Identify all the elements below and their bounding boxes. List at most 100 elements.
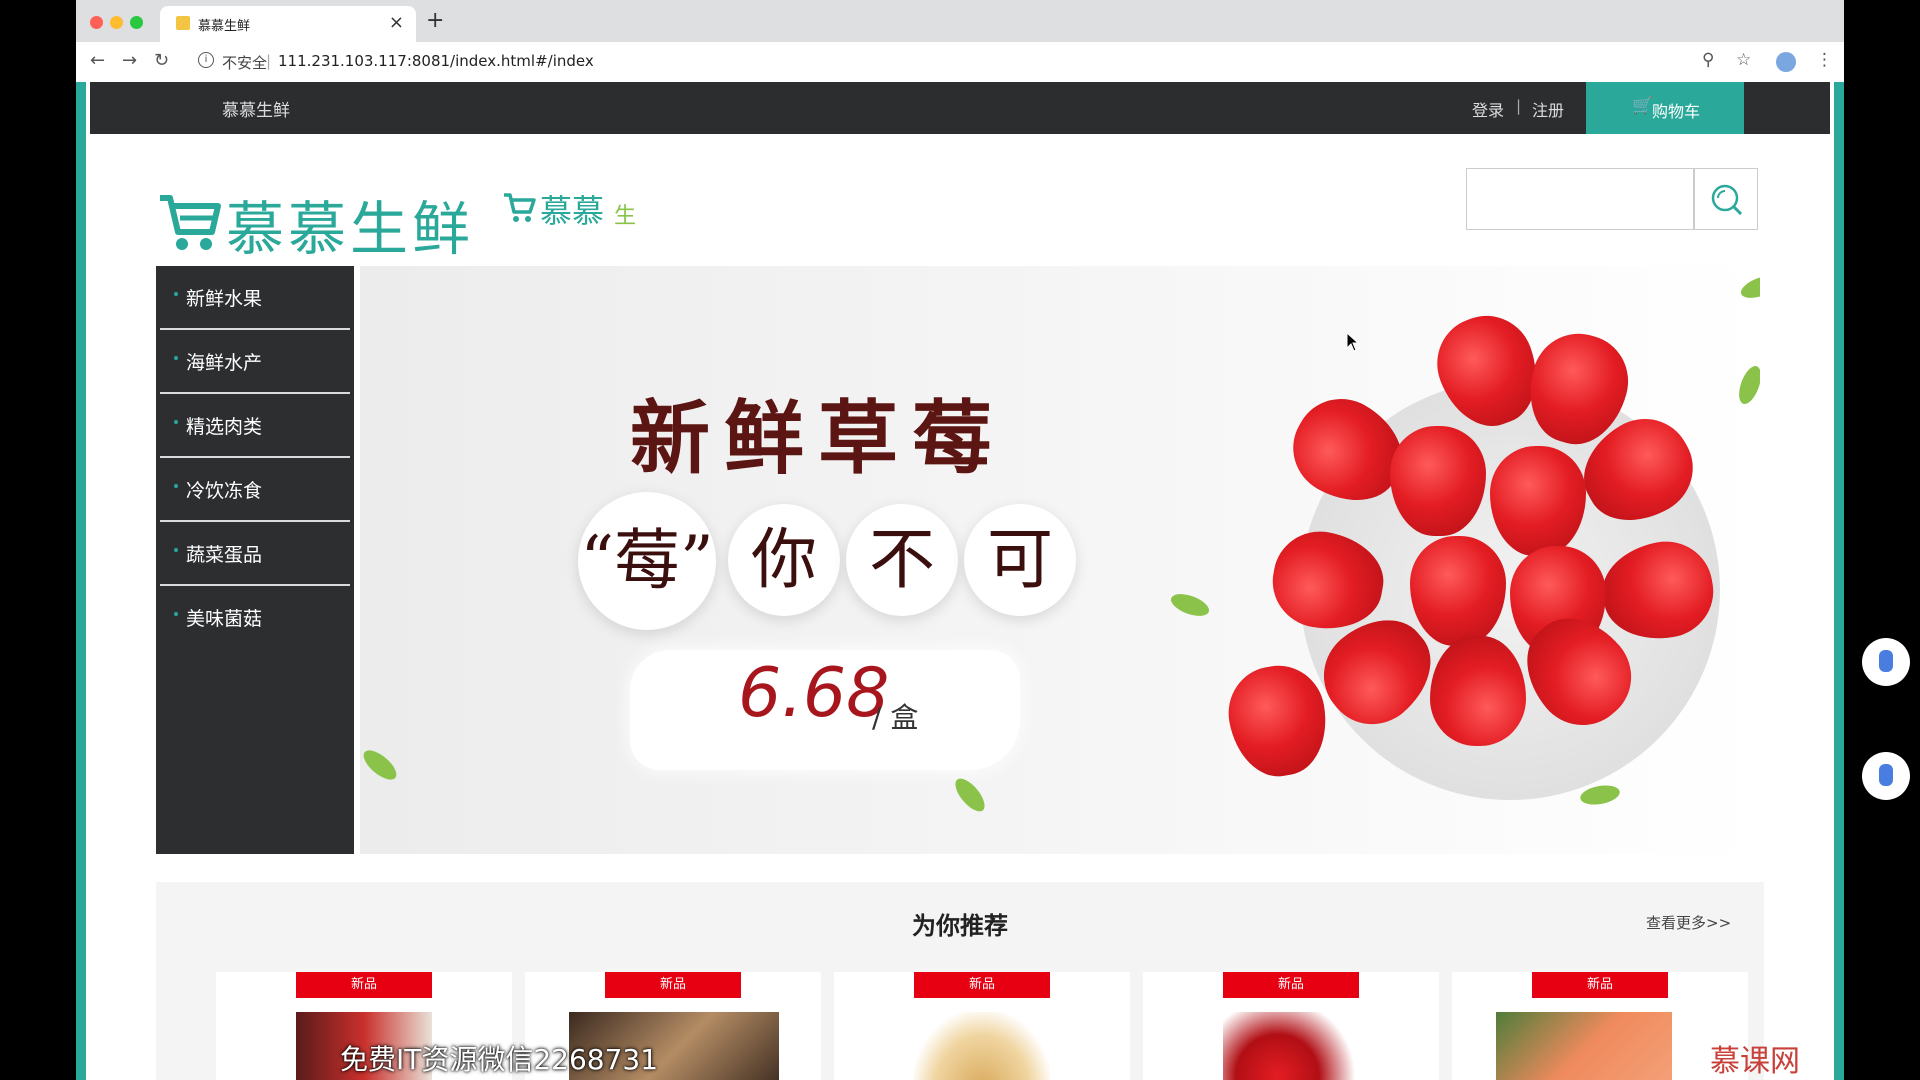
product-card[interactable]: 新品 [834, 972, 1130, 1080]
bullet-icon [174, 420, 178, 424]
strawberry-image [1390, 426, 1486, 536]
slogan-circle: 你 [728, 504, 840, 616]
cart-label: 购物车 [1652, 102, 1701, 121]
strawberry-image [1410, 536, 1506, 646]
bullet-icon [174, 356, 178, 360]
leaf-image [1168, 589, 1212, 621]
slogan-char: “莓” [580, 522, 714, 599]
sidebar-item-label: 冷饮冻食 [186, 480, 263, 502]
new-badge: 新品 [1532, 972, 1668, 998]
product-card[interactable]: 新品 [1452, 972, 1748, 1080]
bookmark-star-icon[interactable]: ☆ [1736, 50, 1751, 70]
search-icon [1711, 184, 1743, 216]
site-logo[interactable]: 慕慕生鲜 [156, 182, 496, 263]
reload-icon[interactable]: ↻ [154, 50, 169, 71]
slogan-char: 可 [987, 521, 1053, 598]
leaf-image [950, 773, 990, 817]
close-tab-icon[interactable]: × [389, 12, 404, 33]
product-image [1496, 1012, 1672, 1080]
category-sidebar: 新鲜水果 海鲜水产 精选肉类 冷饮冻食 蔬菜蛋品 美味菌菇 [156, 266, 354, 854]
login-register-separator: | [1516, 97, 1522, 115]
floating-action-button[interactable] [1862, 752, 1910, 800]
floating-action-button[interactable] [1862, 638, 1910, 686]
slogan-circle: 可 [964, 504, 1076, 616]
forward-arrow-icon[interactable]: → [122, 50, 137, 71]
new-badge: 新品 [914, 972, 1050, 998]
browser-tab[interactable]: 慕慕生鲜 × [160, 6, 416, 42]
shopping-cart-small-icon [504, 193, 536, 222]
back-arrow-icon[interactable]: ← [90, 50, 105, 71]
strawberry-image [1430, 636, 1526, 746]
product-image [1223, 1012, 1359, 1080]
sidebar-item-label: 蔬菜蛋品 [186, 544, 263, 566]
sidebar-item-label: 新鲜水果 [186, 288, 263, 310]
top-brand-name[interactable]: 慕慕生鲜 [222, 96, 290, 121]
banner-unit: / 盒 [872, 701, 919, 734]
minimize-window-button[interactable] [110, 16, 123, 29]
mouse-cursor-icon [1346, 332, 1360, 352]
login-link[interactable]: 登录 [1472, 97, 1504, 121]
sidebar-item-label: 精选肉类 [186, 416, 263, 438]
url-text[interactable]: 111.231.103.117:8081/index.html#/index [278, 52, 594, 70]
view-more-link[interactable]: 查看更多>> [1646, 912, 1731, 933]
slogan-circle: “莓” [578, 492, 716, 630]
shopping-cart-logo-icon [160, 195, 221, 250]
strawberry-image [1490, 446, 1586, 556]
mouse-icon [1879, 764, 1893, 786]
slogan-char: 你 [751, 521, 817, 598]
product-card[interactable]: 新品 [1143, 972, 1439, 1080]
left-accent-border [76, 82, 86, 1080]
cart-button[interactable]: 🛒 购物车 [1586, 82, 1744, 134]
info-icon[interactable]: i [198, 52, 214, 68]
lock-favicon-icon [176, 16, 190, 30]
bullet-icon [174, 612, 178, 616]
security-label: 不安全 [222, 54, 268, 72]
sidebar-item-label: 海鲜水产 [186, 352, 263, 374]
slogan-char: 不 [869, 521, 935, 598]
menu-kebab-icon[interactable]: ⋮ [1816, 50, 1833, 70]
bullet-icon [174, 548, 178, 552]
bullet-icon [174, 292, 178, 296]
omnibox-separator: | [266, 52, 272, 70]
leaf-image [1578, 782, 1622, 808]
maximize-window-button[interactable] [130, 16, 143, 29]
sidebar-item-meat[interactable]: 精选肉类 [160, 394, 350, 458]
omnibox[interactable]: i 不安全 | 111.231.103.117:8081/index.html#… [184, 48, 1770, 76]
browser-window: 慕慕生鲜 × + ← → ↻ i 不安全 | 111.231.103.117:8… [76, 0, 1844, 1080]
sidebar-item-fresh-fruit[interactable]: 新鲜水果 [160, 266, 350, 330]
sidebar-item-vegetables-eggs[interactable]: 蔬菜蛋品 [160, 522, 350, 586]
leaf-image [1734, 363, 1760, 407]
hero-banner[interactable]: 新鲜草莓 “莓” 你 不 可 6.68 / 盒 [360, 266, 1760, 854]
video-watermark: 免费IT资源微信2268731 [340, 1043, 659, 1076]
sidebar-item-label: 美味菌菇 [186, 608, 263, 630]
secondary-logo: 慕慕 生 [502, 180, 662, 240]
site-page: 慕慕生鲜 登录 | 注册 🛒 购物车 慕慕生鲜 慕慕 生 新鲜水果 海鲜水产 精… [76, 82, 1844, 1080]
tab-bar: 慕慕生鲜 × + [76, 0, 1844, 42]
search-button[interactable] [1694, 168, 1758, 230]
zoom-icon[interactable]: ⚲ [1702, 50, 1714, 70]
address-bar: ← → ↻ i 不安全 | 111.231.103.117:8081/index… [76, 42, 1844, 83]
new-badge: 新品 [296, 972, 432, 998]
cart-icon: 🛒 [1632, 96, 1654, 116]
sidebar-item-mushrooms[interactable]: 美味菌菇 [160, 586, 350, 648]
banner-title: 新鲜草莓 [630, 391, 1006, 485]
new-badge: 新品 [1223, 972, 1359, 998]
slogan-circle: 不 [846, 504, 958, 616]
leaf-image [360, 745, 402, 785]
sidebar-item-seafood[interactable]: 海鲜水产 [160, 330, 350, 394]
leaf-image [1738, 271, 1760, 303]
sidebar-item-frozen[interactable]: 冷饮冻食 [160, 458, 350, 522]
profile-avatar[interactable] [1776, 52, 1796, 72]
close-window-button[interactable] [90, 16, 103, 29]
logo-text: 慕慕生鲜 [226, 195, 475, 263]
register-link[interactable]: 注册 [1532, 97, 1564, 121]
secondary-logo-tail: 生 [614, 204, 637, 229]
banner-price: 6.68 [738, 654, 890, 733]
product-image [914, 1012, 1050, 1080]
strawberry-image [1221, 658, 1335, 784]
mooc-logo: 慕课网 [1710, 1044, 1800, 1079]
new-tab-button[interactable]: + [426, 8, 444, 33]
mouse-icon [1879, 650, 1893, 672]
right-accent-border [1834, 82, 1844, 1080]
search-input[interactable] [1466, 168, 1694, 230]
